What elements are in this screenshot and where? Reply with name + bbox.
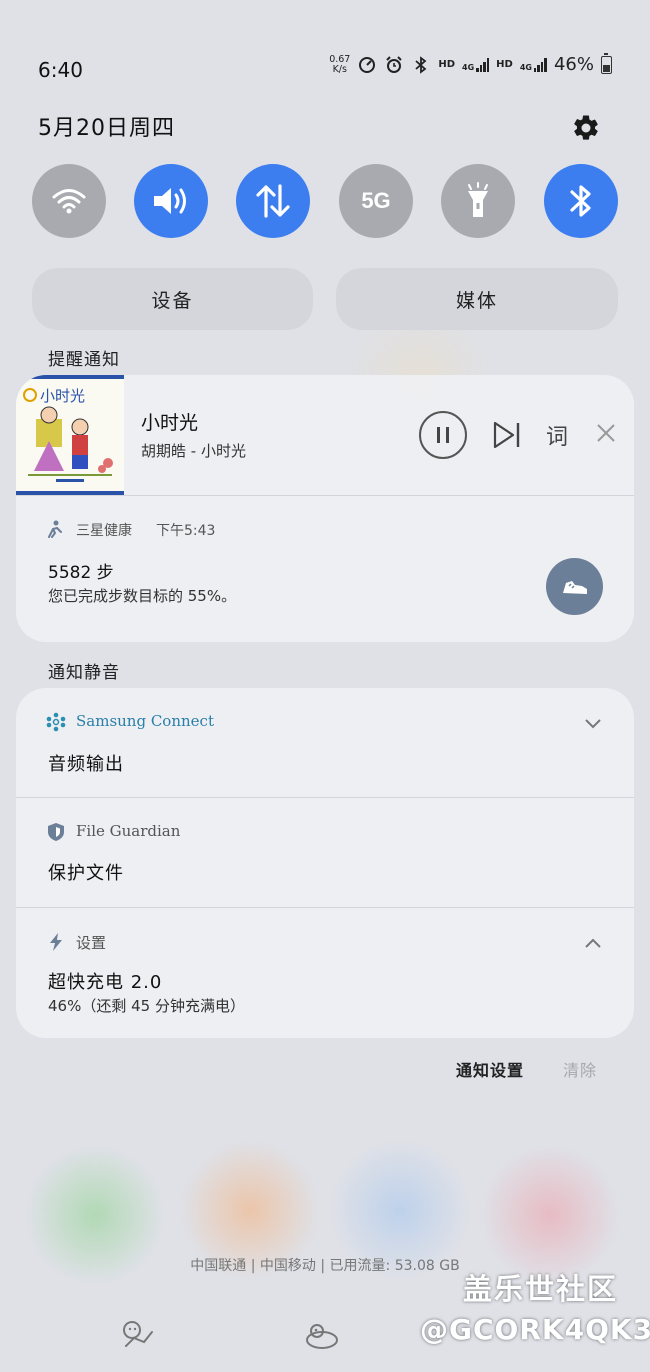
song-title: 小时光 (141, 412, 199, 434)
skip-next-icon (493, 421, 520, 449)
settings-button[interactable] (568, 110, 604, 146)
wifi-icon (52, 189, 86, 214)
data-saver-icon (357, 55, 377, 75)
health-app-name: 三星健康 (76, 523, 132, 539)
collapse-button[interactable] (582, 932, 604, 954)
protect-files-title: 保护文件 (48, 863, 124, 884)
file-guardian-notification[interactable]: File Guardian 保护文件 (16, 798, 634, 908)
network-speed: 0.67 K/s (329, 53, 351, 75)
flashlight-toggle[interactable] (441, 164, 515, 238)
samsung-connect-app-name: Samsung Connect (76, 712, 214, 730)
samsung-connect-icon (46, 712, 66, 732)
pause-icon (437, 427, 449, 443)
network-speed-unit: K/s (332, 63, 347, 75)
silent-section-label: 通知静音 (48, 663, 120, 683)
album-title-text: 小时光 (40, 387, 85, 405)
alerts-section-label: 提醒通知 (48, 350, 120, 370)
network-speed-value: 0.67 (329, 53, 351, 65)
fast-charge-subtitle: 46%（还剩 45 分钟充满电） (48, 997, 245, 1015)
pet-icon (306, 1324, 338, 1349)
expand-button[interactable] (582, 712, 604, 734)
album-art: 小时光 (16, 375, 124, 495)
fast-charge-title: 超快充电 2.0 (48, 972, 163, 993)
health-time: 下午5:43 (156, 523, 216, 539)
lightning-icon (50, 933, 62, 951)
pause-button[interactable] (419, 411, 467, 459)
hd-voice-1: HD (438, 59, 456, 70)
status-icons: 0.67 K/s HD 4G HD 4G 46% (329, 52, 612, 75)
media-button[interactable]: 媒体 (336, 268, 618, 330)
file-guardian-app-name: File Guardian (76, 822, 181, 840)
chevron-down-icon (585, 719, 601, 729)
bluetooth-icon (570, 185, 591, 217)
song-artist: 胡期皓 - 小时光 (141, 442, 246, 460)
fast-charging-notification[interactable]: 设置 超快充电 2.0 46%（还剩 45 分钟充满电） (16, 908, 634, 1038)
bluetooth-status-icon (411, 55, 431, 75)
music-player-notification[interactable]: 小时光 小时光 胡期皓 - 小时光 词 (16, 375, 634, 495)
shoe-icon (562, 580, 587, 594)
steps-subtitle: 您已完成步数目标的 55%。 (48, 587, 237, 605)
gear-icon (574, 115, 598, 140)
signal-sim1-icon: 4G (462, 57, 490, 72)
wifi-toggle[interactable] (32, 164, 106, 238)
next-track-button[interactable] (491, 419, 523, 451)
alarm-icon (384, 55, 404, 75)
samsung-connect-notification[interactable]: Samsung Connect 音频输出 (16, 688, 634, 798)
sound-toggle[interactable] (134, 164, 208, 238)
alert-notifications-card: 小时光 小时光 胡期皓 - 小时光 词 三星健康 下午5:43 5582 步 您… (16, 375, 634, 642)
signal-sim2-icon: 4G (520, 57, 547, 72)
silent-notifications-card: Samsung Connect 音频输出 File Guardian 保护文件 … (16, 688, 634, 1038)
status-bar: 6:40 0.67 K/s HD 4G HD 4G 46% (0, 50, 650, 86)
speaker-icon (154, 188, 186, 214)
mobile-data-toggle[interactable] (236, 164, 310, 238)
audio-output-title: 音频输出 (48, 754, 124, 775)
close-icon (597, 424, 615, 442)
shield-icon (48, 823, 64, 841)
samsung-health-icon (48, 520, 62, 538)
watermark-line1: 盖乐世社区 (463, 1272, 619, 1306)
notification-settings-button[interactable]: 通知设置 (456, 1057, 524, 1081)
health-notification[interactable]: 三星健康 下午5:43 5582 步 您已完成步数目标的 55%。 (16, 496, 634, 642)
bluetooth-toggle[interactable] (544, 164, 618, 238)
settings-app-name: 设置 (76, 934, 107, 952)
clear-button[interactable]: 清除 (563, 1057, 597, 1081)
hd-voice-2: HD (496, 59, 513, 70)
status-time: 6:40 (38, 58, 83, 82)
steps-title: 5582 步 (48, 563, 114, 583)
shoe-action-button[interactable] (546, 558, 603, 615)
date-label: 5月20日周四 (38, 116, 175, 141)
5g-toggle[interactable]: 5G (339, 164, 413, 238)
flashlight-icon (468, 182, 488, 217)
battery-icon (601, 52, 612, 74)
devices-button[interactable]: 设备 (32, 268, 313, 330)
data-arrows-icon (256, 184, 290, 218)
close-music-button[interactable] (594, 421, 618, 445)
battery-percent: 46% (553, 54, 594, 75)
lyrics-button[interactable]: 词 (546, 419, 568, 451)
chevron-up-icon (585, 938, 601, 948)
5g-icon: 5G (361, 188, 391, 213)
character-icon (123, 1321, 153, 1347)
watermark-line2: @GCORK4QK3 (420, 1313, 650, 1346)
